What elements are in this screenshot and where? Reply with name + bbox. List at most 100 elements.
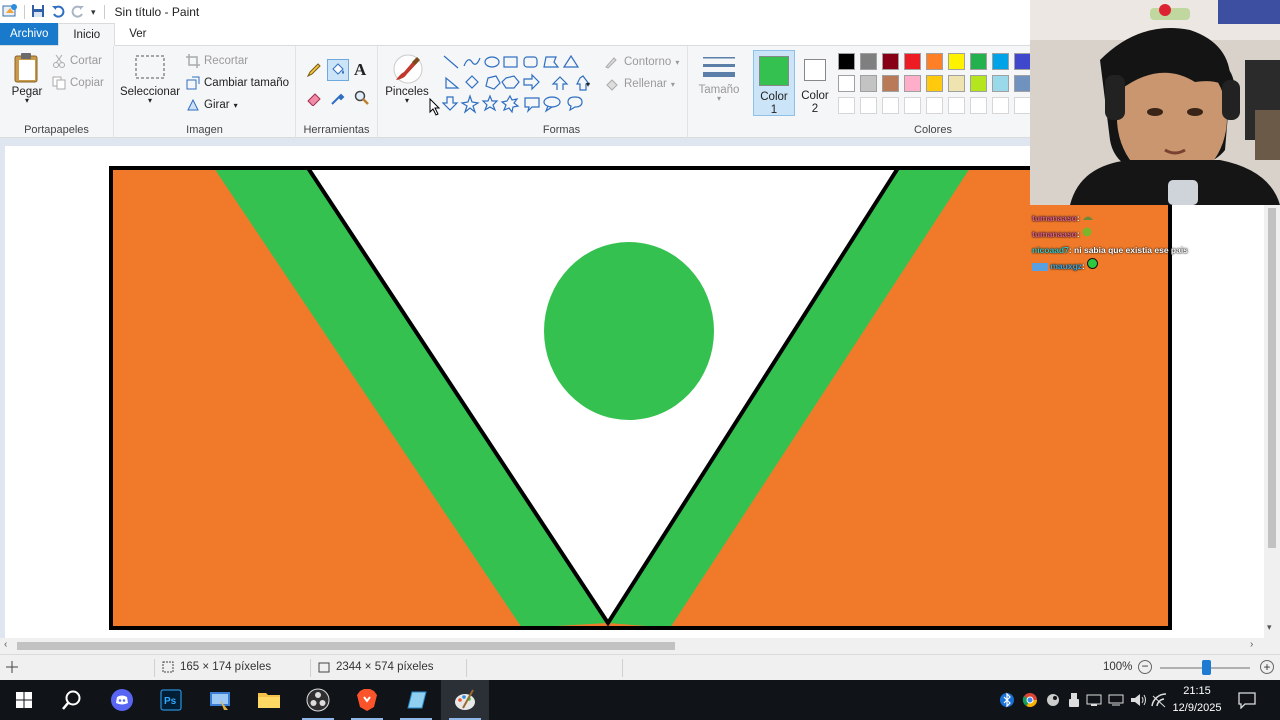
- palette-swatch[interactable]: [948, 75, 965, 92]
- palette-swatch[interactable]: [904, 97, 921, 114]
- text-tool-icon[interactable]: A: [354, 60, 366, 80]
- palette-swatch[interactable]: [926, 75, 943, 92]
- scroll-right-icon[interactable]: ›: [1250, 639, 1253, 650]
- palette-swatch[interactable]: [948, 97, 965, 114]
- palette-swatch[interactable]: [970, 53, 987, 70]
- taskbar-file-explorer[interactable]: [245, 680, 293, 720]
- taskbar-photoshop[interactable]: Ps: [147, 680, 195, 720]
- photoshop-icon: Ps: [160, 689, 182, 711]
- palette-swatch[interactable]: [882, 75, 899, 92]
- brushes-button[interactable]: Pinceles ▾: [382, 52, 432, 105]
- usb-icon[interactable]: [1068, 692, 1080, 708]
- palette-swatch[interactable]: [992, 97, 1009, 114]
- palette-swatch[interactable]: [838, 75, 855, 92]
- palette-swatch[interactable]: [992, 75, 1009, 92]
- tab-inicio[interactable]: Inicio: [58, 23, 116, 46]
- zoom-in-button[interactable]: +: [1260, 660, 1274, 674]
- rotate-button[interactable]: Girar ▾: [186, 98, 238, 112]
- palette-swatch[interactable]: [904, 53, 921, 70]
- undo-icon[interactable]: [51, 4, 65, 21]
- size-button[interactable]: Tamaño ▾: [694, 54, 744, 103]
- shapes-gallery[interactable]: [442, 54, 594, 114]
- paste-button[interactable]: Pegar ▾: [8, 52, 46, 105]
- monitor-tray-icon[interactable]: [1108, 694, 1124, 706]
- svg-text:Ps: Ps: [164, 696, 177, 707]
- fill-shape-icon: [606, 79, 618, 91]
- cut-button[interactable]: Cortar: [52, 54, 102, 68]
- taskbar-notes[interactable]: [392, 680, 440, 720]
- steam-tray-icon[interactable]: [1046, 692, 1060, 708]
- horizontal-scroll-thumb[interactable]: [17, 642, 675, 650]
- customize-toolbar-icon[interactable]: ▾: [91, 7, 96, 18]
- color2-button[interactable]: Color 2: [797, 50, 833, 116]
- cursor-position-icon: [6, 661, 18, 676]
- palette-swatch[interactable]: [838, 97, 855, 114]
- tab-ver[interactable]: Ver: [115, 23, 160, 45]
- zoom-out-button[interactable]: −: [1138, 660, 1152, 674]
- search-button[interactable]: [48, 680, 96, 720]
- horizontal-scrollbar[interactable]: ‹ ›: [0, 638, 1264, 654]
- chrome-tray-icon[interactable]: [1022, 692, 1038, 708]
- discord-icon: [111, 689, 133, 711]
- shapes-more-icon[interactable]: ▾: [586, 80, 590, 89]
- redo-icon[interactable]: [71, 4, 85, 21]
- title-bar: ▾ Sin título - Paint: [0, 0, 1030, 24]
- fill-bucket-icon[interactable]: [327, 59, 349, 81]
- windows-icon: [16, 692, 32, 708]
- taskbar-obs[interactable]: [294, 680, 342, 720]
- palette-swatch[interactable]: [838, 53, 855, 70]
- clock-date: 12/9/2025: [1172, 702, 1222, 714]
- taskbar-control-panel[interactable]: [196, 680, 244, 720]
- pencil-icon[interactable]: [306, 62, 322, 81]
- palette-swatch[interactable]: [882, 97, 899, 114]
- group-label: Colores: [914, 124, 952, 136]
- scroll-left-icon[interactable]: ‹: [4, 639, 7, 650]
- tab-archivo[interactable]: Archivo: [0, 23, 59, 45]
- select-button[interactable]: Seleccionar ▾: [120, 54, 180, 105]
- copy-button[interactable]: Copiar: [52, 76, 104, 90]
- crop-button[interactable]: Recortar: [186, 54, 248, 68]
- save-icon[interactable]: [31, 4, 45, 21]
- paint-app-icon[interactable]: [2, 3, 18, 22]
- notifications-icon[interactable]: [1238, 691, 1256, 709]
- palette-swatch[interactable]: [860, 97, 877, 114]
- zoom-slider-thumb[interactable]: [1202, 660, 1211, 675]
- palette-swatch[interactable]: [948, 53, 965, 70]
- scroll-down-icon[interactable]: ▾: [1267, 622, 1272, 633]
- volume-icon[interactable]: [1130, 692, 1148, 708]
- palette-swatch[interactable]: [926, 97, 943, 114]
- taskbar-discord[interactable]: [98, 680, 146, 720]
- resize-button[interactable]: Cambiar tamaño: [186, 76, 289, 90]
- ribbon: Pegar ▾ Cortar Copiar Portapapeles Selec…: [0, 46, 1031, 138]
- outline-button[interactable]: Contorno ▾: [604, 55, 679, 69]
- group-colores: Colores: [836, 46, 1031, 138]
- palette-swatch[interactable]: [926, 53, 943, 70]
- group-formas: ▾ Contorno ▾ Rellenar ▾ Formas: [436, 46, 688, 138]
- palette-swatch[interactable]: [1014, 53, 1031, 70]
- emote-icon: [1082, 227, 1092, 237]
- network-tray-icon[interactable]: [1086, 694, 1102, 706]
- taskbar-brave[interactable]: [343, 680, 391, 720]
- magnifier-icon[interactable]: [354, 90, 370, 109]
- ribbon-tabs: Archivo Inicio Ver: [0, 23, 1030, 46]
- wifi-icon[interactable]: [1150, 692, 1168, 708]
- palette-swatch[interactable]: [860, 53, 877, 70]
- eraser-icon[interactable]: [306, 90, 322, 109]
- palette-swatch[interactable]: [1014, 97, 1031, 114]
- bluetooth-icon[interactable]: [1000, 692, 1014, 708]
- color1-button[interactable]: Color 1: [753, 50, 795, 116]
- palette-swatch[interactable]: [882, 53, 899, 70]
- color-picker-icon[interactable]: [330, 90, 346, 109]
- green-circle-emote-icon: [1087, 258, 1099, 269]
- group-herramientas: A Herramientas: [296, 46, 378, 138]
- start-button[interactable]: [0, 680, 48, 720]
- fill-button[interactable]: Rellenar ▾: [604, 77, 675, 91]
- palette-swatch[interactable]: [992, 53, 1009, 70]
- palette-swatch[interactable]: [970, 75, 987, 92]
- palette-swatch[interactable]: [860, 75, 877, 92]
- palette-swatch[interactable]: [904, 75, 921, 92]
- palette-swatch[interactable]: [1014, 75, 1031, 92]
- taskbar-clock[interactable]: 21:15 12/9/2025: [1170, 683, 1224, 717]
- taskbar-paint[interactable]: [441, 680, 489, 720]
- palette-swatch[interactable]: [970, 97, 987, 114]
